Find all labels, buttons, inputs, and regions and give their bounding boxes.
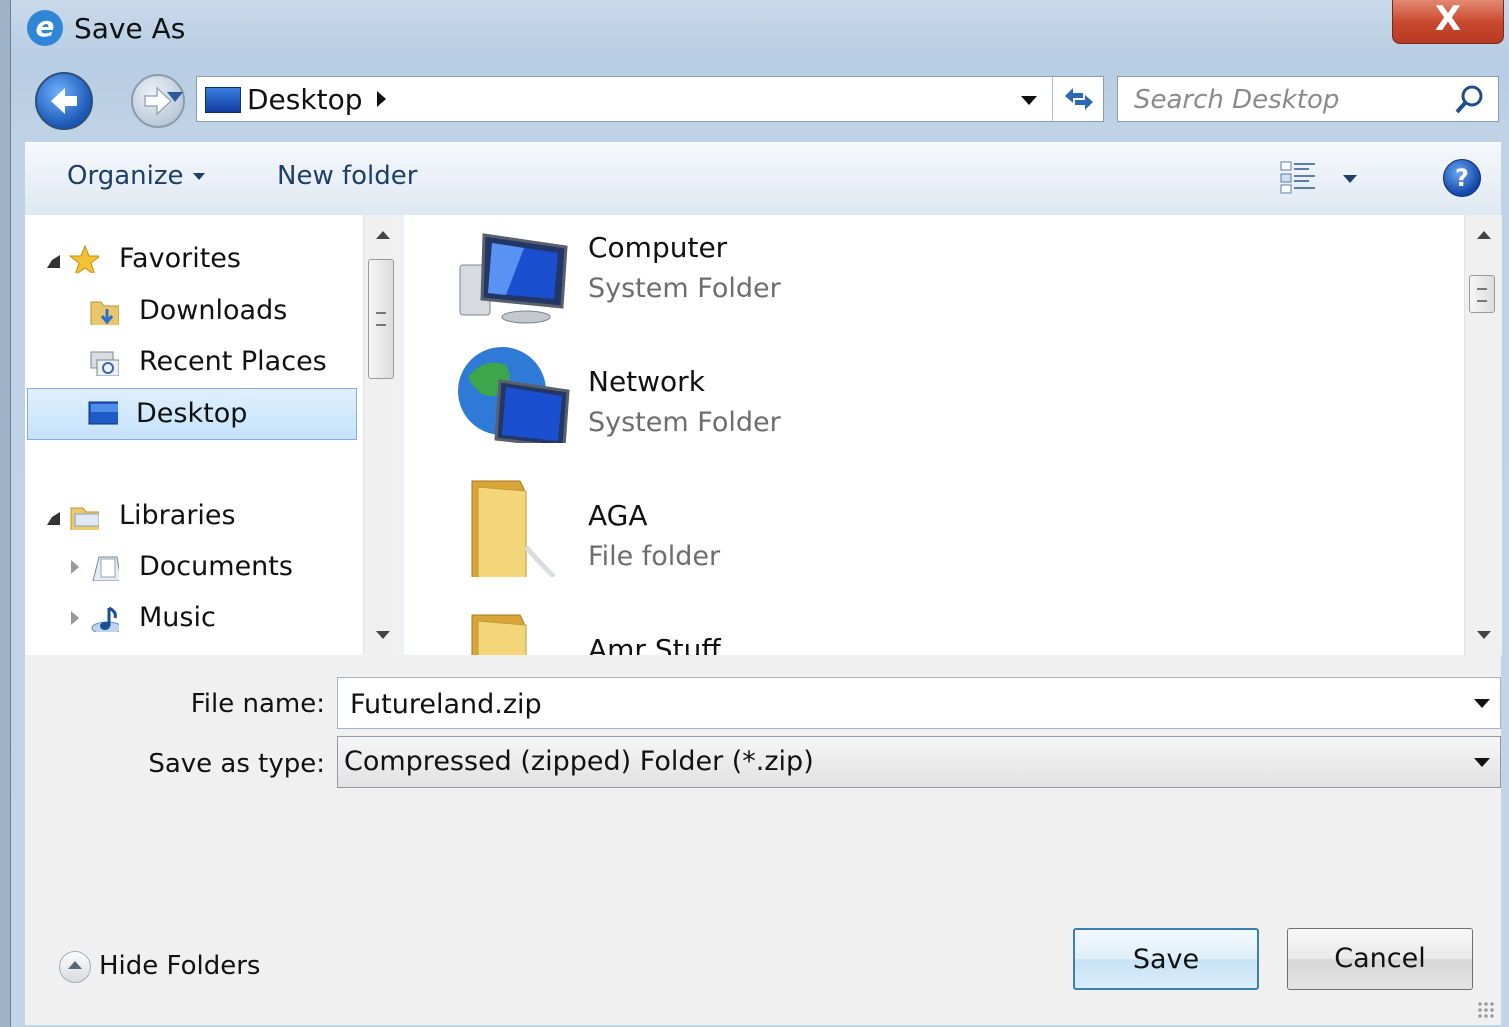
save-as-type-label: Save as type: bbox=[148, 749, 325, 779]
file-type: System Folder bbox=[588, 273, 781, 304]
breadcrumb-arrow-icon[interactable] bbox=[377, 91, 386, 107]
address-bar[interactable]: Desktop bbox=[196, 76, 1104, 122]
command-bar: Organize New folder ? bbox=[25, 142, 1501, 216]
downloads-folder-icon bbox=[90, 301, 119, 325]
file-name: Computer bbox=[588, 231, 728, 264]
new-folder-button[interactable]: New folder bbox=[277, 161, 417, 191]
recent-pages-dropdown[interactable] bbox=[167, 92, 183, 102]
collapse-up-icon bbox=[59, 951, 91, 983]
search-icon[interactable] bbox=[1454, 83, 1486, 115]
scrollbar-thumb[interactable] bbox=[1469, 275, 1495, 313]
folder-icon bbox=[471, 480, 556, 577]
change-view-icon[interactable] bbox=[1279, 159, 1319, 195]
address-location[interactable]: Desktop bbox=[247, 83, 362, 116]
grip-icon bbox=[376, 312, 386, 326]
chevron-down-icon[interactable] bbox=[1474, 699, 1490, 708]
documents-icon bbox=[92, 556, 119, 581]
list-item[interactable]: Network System Folder bbox=[454, 343, 1054, 468]
expander-closed-icon[interactable] bbox=[71, 611, 79, 625]
file-list-scrollbar[interactable] bbox=[1464, 215, 1502, 655]
address-history-dropdown[interactable] bbox=[1021, 96, 1037, 105]
close-button[interactable]: X bbox=[1392, 0, 1504, 44]
refresh-button[interactable] bbox=[1052, 77, 1105, 121]
file-name: Network bbox=[588, 365, 705, 398]
save-as-type-select[interactable]: Compressed (zipped) Folder (*.zip) bbox=[337, 736, 1501, 788]
star-icon bbox=[69, 245, 99, 273]
tree-item-documents[interactable]: Documents bbox=[25, 543, 363, 591]
file-name-input[interactable] bbox=[338, 678, 1452, 730]
desktop-icon bbox=[205, 87, 241, 113]
file-name: Amr Stuff bbox=[588, 633, 721, 655]
back-arrow-icon bbox=[51, 88, 77, 114]
scroll-up-icon[interactable] bbox=[1477, 231, 1491, 239]
help-button[interactable]: ? bbox=[1443, 159, 1481, 197]
tree-libraries[interactable]: Libraries bbox=[25, 492, 363, 540]
desktop-icon bbox=[88, 401, 118, 425]
tree-label: Desktop bbox=[136, 398, 248, 429]
expander-open-icon[interactable] bbox=[47, 255, 60, 268]
music-icon bbox=[91, 606, 119, 632]
window-title: Save As bbox=[74, 12, 186, 45]
folder-icon bbox=[471, 614, 527, 655]
organize-label: Organize bbox=[67, 161, 184, 191]
organize-button[interactable]: Organize bbox=[67, 161, 206, 191]
navigation-scrollbar[interactable] bbox=[363, 215, 400, 655]
tree-item-music[interactable]: Music bbox=[25, 594, 363, 642]
file-name-label: File name: bbox=[190, 689, 325, 719]
list-item[interactable]: Computer System Folder bbox=[454, 225, 1054, 350]
refresh-icon bbox=[1065, 88, 1093, 110]
cancel-button[interactable]: Cancel bbox=[1287, 928, 1473, 990]
file-type: File folder bbox=[588, 541, 721, 572]
hide-folders-label: Hide Folders bbox=[99, 951, 261, 981]
scroll-up-icon[interactable] bbox=[376, 231, 390, 239]
libraries-icon bbox=[70, 507, 99, 530]
title-bar[interactable]: e Save As X bbox=[11, 0, 1509, 62]
tree-label: Libraries bbox=[119, 500, 236, 531]
tree-label: Downloads bbox=[139, 295, 288, 326]
file-name: AGA bbox=[588, 499, 648, 532]
list-item[interactable]: Amr Stuff bbox=[454, 611, 1054, 655]
file-type: System Folder bbox=[588, 407, 781, 438]
search-box[interactable] bbox=[1117, 76, 1499, 123]
save-as-type-value: Compressed (zipped) Folder (*.zip) bbox=[344, 746, 814, 777]
network-icon bbox=[458, 347, 570, 443]
save-button[interactable]: Save bbox=[1073, 928, 1259, 990]
views-dropdown-caret[interactable] bbox=[1343, 175, 1357, 183]
expander-closed-icon[interactable] bbox=[71, 560, 79, 574]
recent-places-icon bbox=[90, 351, 119, 376]
list-item[interactable]: AGA File folder bbox=[454, 477, 1054, 602]
internet-explorer-icon: e bbox=[27, 10, 63, 46]
chevron-down-icon bbox=[193, 173, 206, 180]
save-options-panel: File name: Save as type: Compressed (zip… bbox=[25, 655, 1501, 1025]
tree-label: Recent Places bbox=[139, 346, 327, 377]
file-name-combobox[interactable] bbox=[337, 677, 1501, 730]
resize-grip-icon[interactable] bbox=[1477, 1001, 1495, 1019]
file-list: Computer System Folder Network System Fo… bbox=[404, 215, 1464, 655]
tree-item-desktop[interactable]: Desktop bbox=[27, 388, 357, 440]
scroll-down-icon[interactable] bbox=[1477, 631, 1491, 639]
tree-item-recent-places[interactable]: Recent Places bbox=[25, 338, 363, 386]
search-input[interactable] bbox=[1118, 77, 1466, 123]
tree-label: Documents bbox=[139, 551, 293, 582]
navigation-pane: Favorites Downloads Recent Places Deskto… bbox=[25, 215, 363, 655]
chevron-down-icon bbox=[1474, 758, 1490, 767]
scrollbar-thumb[interactable] bbox=[368, 259, 394, 379]
scroll-down-icon[interactable] bbox=[376, 631, 390, 639]
tree-label: Favorites bbox=[119, 243, 241, 274]
save-as-dialog: e Save As X Desktop Search Desktop Organ… bbox=[10, 0, 1509, 1027]
tree-item-downloads[interactable]: Downloads bbox=[25, 287, 363, 335]
tree-favorites[interactable]: Favorites bbox=[25, 235, 363, 283]
tree-label: Music bbox=[139, 602, 216, 633]
grip-icon bbox=[1477, 288, 1487, 302]
computer-icon bbox=[459, 233, 568, 324]
back-button[interactable] bbox=[35, 72, 93, 130]
expander-open-icon[interactable] bbox=[47, 512, 60, 525]
